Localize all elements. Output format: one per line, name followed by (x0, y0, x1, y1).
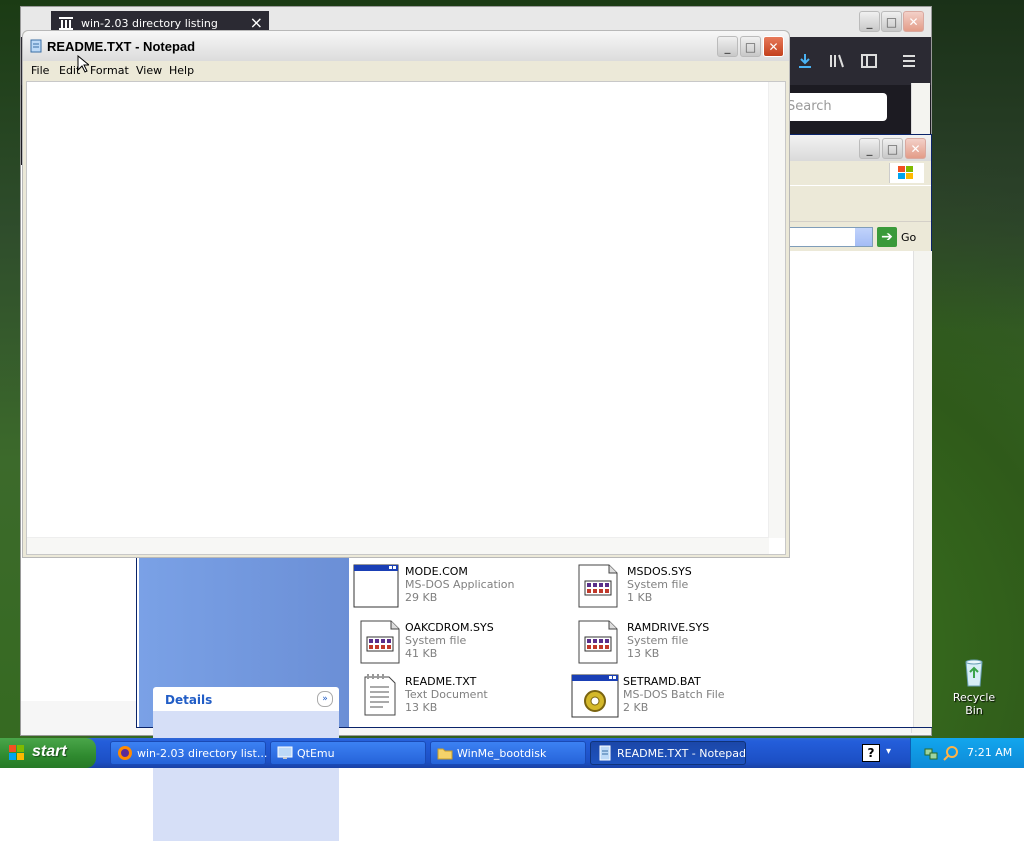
close-button[interactable]: ✕ (903, 11, 924, 32)
notepad-menu-bar: File Edit Format View Help (23, 61, 789, 81)
file-name: RAMDRIVE.SYS (627, 621, 710, 634)
file-type: System file (627, 634, 689, 647)
maximize-button[interactable]: □ (881, 11, 902, 32)
menu-icon[interactable] (901, 53, 917, 69)
notepad-text-area[interactable] (26, 81, 786, 555)
clock[interactable]: 7:21 AM (967, 746, 1012, 759)
file-name: OAKCDROM.SYS (405, 621, 494, 634)
batch-file-icon (571, 673, 619, 719)
library-toolbar-icon[interactable] (829, 53, 847, 69)
maximize-button[interactable]: □ (740, 36, 761, 57)
system-file-icon (357, 619, 403, 665)
search-input[interactable]: Search (783, 93, 887, 121)
taskbar-button-browser[interactable]: win-2.03 directory list... (110, 741, 268, 765)
monitor-icon (277, 746, 293, 759)
taskbar: start win-2.03 directory list... QtEmu W… (0, 738, 1024, 768)
file-item[interactable]: README.TXT Text Document 13 KB (357, 673, 577, 723)
taskbar-button-label: README.TXT - Notepad (617, 747, 747, 760)
network-icon[interactable] (923, 745, 939, 761)
file-type: MS-DOS Batch File (623, 688, 725, 701)
go-button-label[interactable]: Go (901, 231, 916, 244)
taskbar-button-notepad[interactable]: README.TXT - Notepad (590, 741, 746, 765)
file-name: MODE.COM (405, 565, 468, 578)
minimize-button[interactable]: _ (859, 11, 880, 32)
recycle-bin-icon (965, 659, 983, 687)
notepad-window[interactable]: README.TXT - Notepad _ □ ✕ File Edit For… (22, 30, 790, 558)
minimize-button[interactable]: _ (717, 36, 738, 57)
start-label: start (32, 743, 67, 760)
taskbar-button-label: WinMe_bootdisk (457, 747, 547, 760)
file-type: Text Document (405, 688, 488, 701)
file-type: System file (405, 634, 467, 647)
firefox-icon (118, 746, 132, 760)
explorer-scrollbar[interactable] (913, 251, 932, 727)
address-combo[interactable] (787, 227, 873, 247)
details-panel-body (153, 711, 339, 841)
file-name: SETRAMD.BAT (623, 675, 701, 688)
notepad-vertical-scrollbar[interactable] (768, 82, 785, 538)
notepad-icon (599, 745, 611, 761)
taskbar-button-label: QtEmu (297, 747, 335, 760)
file-size: 2 KB (623, 701, 649, 714)
search-tray-icon[interactable] (943, 745, 959, 761)
file-size: 29 KB (405, 591, 438, 604)
maximize-button[interactable]: □ (882, 138, 903, 159)
menu-help[interactable]: Help (169, 64, 194, 77)
close-button[interactable]: ✕ (763, 36, 784, 57)
system-file-icon (575, 563, 621, 609)
help-icon[interactable]: ? (862, 744, 880, 762)
details-panel-header[interactable]: Details » (153, 687, 339, 711)
library-icon (59, 17, 73, 30)
notepad-icon (30, 39, 42, 53)
minimize-button[interactable]: _ (859, 138, 880, 159)
text-document-icon (357, 673, 403, 719)
notepad-title-bar[interactable]: README.TXT - Notepad _ □ ✕ (23, 31, 789, 61)
taskbar-button-explorer[interactable]: WinMe_bootdisk (430, 741, 586, 765)
file-type: System file (627, 578, 689, 591)
go-arrow-icon[interactable]: ➔ (877, 227, 897, 247)
file-name: MSDOS.SYS (627, 565, 692, 578)
taskbar-button-qtemu[interactable]: QtEmu (270, 741, 426, 765)
details-label: Details (165, 693, 213, 707)
file-item[interactable]: MODE.COM MS-DOS Application 29 KB (353, 563, 573, 613)
mouse-cursor-icon (77, 55, 89, 73)
file-size: 1 KB (627, 591, 653, 604)
folder-icon (437, 748, 453, 760)
dos-app-icon (353, 563, 399, 609)
notepad-horizontal-scrollbar[interactable] (27, 537, 769, 554)
file-type: MS-DOS Application (405, 578, 515, 591)
file-size: 13 KB (405, 701, 438, 714)
windows-logo-icon (9, 745, 24, 760)
menu-format[interactable]: Format (90, 64, 129, 77)
recycle-bin[interactable]: Recycle Bin (944, 656, 1004, 717)
chevron-down-icon[interactable]: ▾ (886, 746, 891, 757)
start-button[interactable]: start (0, 738, 96, 768)
file-item[interactable]: MSDOS.SYS System file 1 KB (575, 563, 795, 613)
chevron-down-icon[interactable] (855, 228, 872, 246)
taskbar-button-label: win-2.03 directory list... (137, 747, 268, 760)
close-button[interactable]: ✕ (905, 138, 926, 159)
menu-file[interactable]: File (31, 64, 49, 77)
chevron-down-icon[interactable]: » (317, 691, 333, 707)
menu-view[interactable]: View (136, 64, 162, 77)
file-name: README.TXT (405, 675, 477, 688)
sidebar-icon[interactable] (861, 53, 877, 69)
system-file-icon (575, 619, 621, 665)
file-size: 41 KB (405, 647, 438, 660)
windows-logo-icon (889, 163, 924, 183)
notepad-title: README.TXT - Notepad (47, 39, 196, 54)
file-size: 13 KB (627, 647, 660, 660)
file-item[interactable]: RAMDRIVE.SYS System file 13 KB (575, 619, 795, 669)
recycle-bin-label: Recycle Bin (952, 691, 996, 717)
file-item[interactable]: OAKCDROM.SYS System file 41 KB (357, 619, 577, 669)
download-icon[interactable] (797, 53, 813, 69)
browser-tab-title: win-2.03 directory listing (81, 17, 218, 30)
system-tray: 7:21 AM (910, 738, 1024, 768)
file-item[interactable]: SETRAMD.BAT MS-DOS Batch File 2 KB (571, 673, 791, 723)
